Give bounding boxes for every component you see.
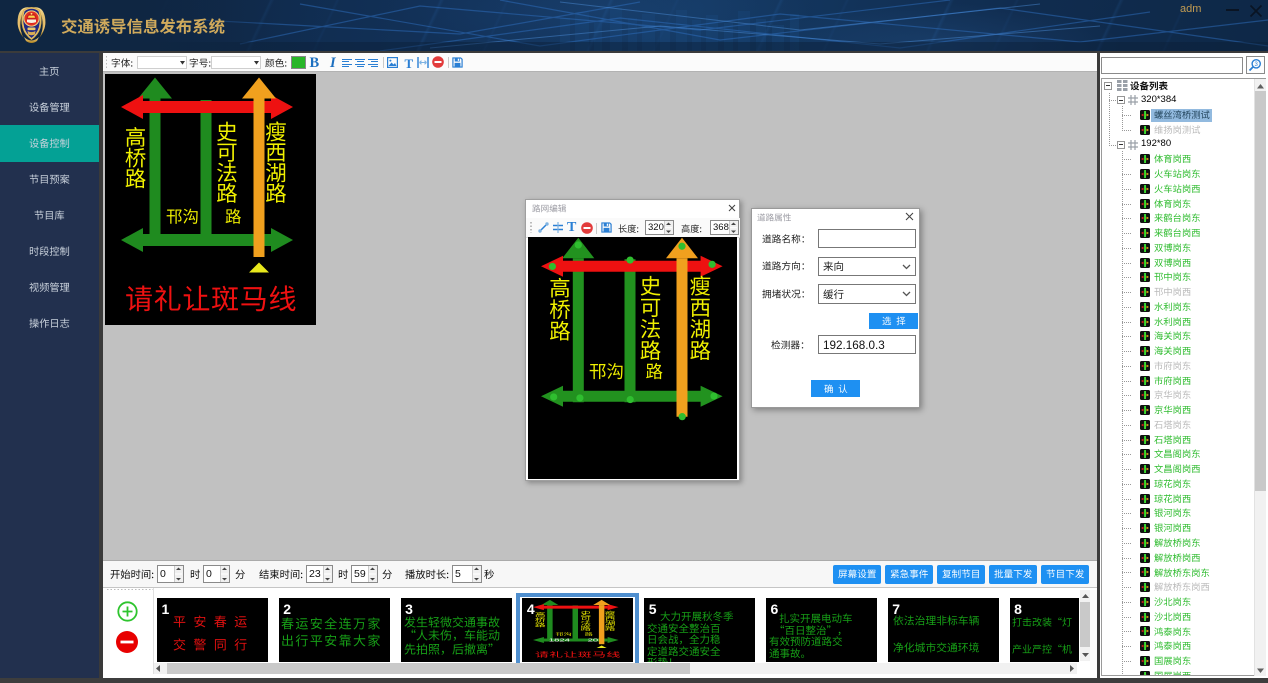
svg-text:1824: 1824 bbox=[549, 637, 570, 643]
svg-text:20: 20 bbox=[588, 637, 599, 643]
